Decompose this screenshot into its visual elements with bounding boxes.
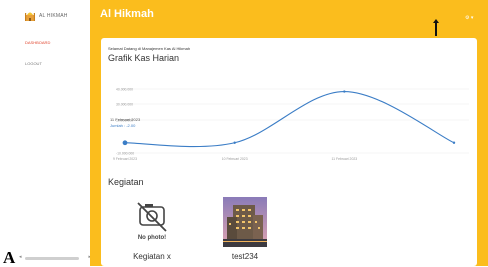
user-menu-icon[interactable]: ⚙ ▾ (465, 15, 473, 21)
y-tick-label: 30.000.000 (116, 103, 133, 107)
sidebar-item-logout[interactable]: LOGOUT (25, 61, 42, 66)
scroll-left-arrow-icon[interactable]: ◂ (19, 254, 22, 260)
data-point[interactable] (122, 140, 128, 146)
kegiatan-item[interactable]: No photo! Kegiatan x (130, 197, 174, 261)
y-tick-label: 40.000.000 (116, 88, 133, 92)
chart-tooltip: 11 Februari 2023 Jumlah : -2.00 (110, 117, 140, 129)
x-tick-label: 11 Februari 2023 (332, 157, 358, 161)
x-tick-label: 9 Februari 2023 (113, 157, 137, 161)
welcome-text: Selamat Datang di Manajemen Kas Al Hikma… (108, 46, 191, 51)
sidebar-item-dashboard[interactable]: DASHBOARD (25, 40, 50, 45)
building-photo (223, 197, 267, 247)
tooltip-value: Jumlah : -2.00 (110, 123, 136, 128)
kegiatan-title: Kegiatan (108, 177, 144, 187)
cash-chart: 40.000.00030.000.00010.000.000-10.000.00… (113, 88, 469, 161)
page-title: Al Hikmah (100, 8, 154, 20)
series-line (124, 91, 455, 148)
mosque-logo-icon (25, 12, 35, 21)
kegiatan-caption[interactable]: Kegiatan x (130, 252, 174, 261)
cursor-pointer-icon (433, 19, 439, 36)
data-point[interactable] (233, 141, 236, 144)
x-tick-label: 10 Februari 2023 (222, 157, 248, 161)
data-point[interactable] (452, 141, 456, 144)
data-point[interactable] (343, 90, 346, 93)
annotation-letter: A (3, 248, 16, 267)
brand[interactable]: AL HIKMAH (25, 10, 68, 21)
sidebar: AL HIKMAH DASHBOARD LOGOUT ◂ ▸ (0, 0, 91, 266)
kegiatan-caption[interactable]: test234 (223, 252, 267, 261)
scrollbar-thumb[interactable] (25, 257, 79, 260)
no-photo-text: No photo! (138, 235, 166, 241)
brand-name: AL HIKMAH (39, 12, 68, 19)
y-tick-label: -10.000.000 (116, 152, 134, 156)
no-photo-icon: No photo! (137, 202, 167, 241)
kegiatan-item[interactable]: test234 (223, 197, 267, 261)
horizontal-scrollbar[interactable]: ◂ ▸ (19, 254, 91, 260)
